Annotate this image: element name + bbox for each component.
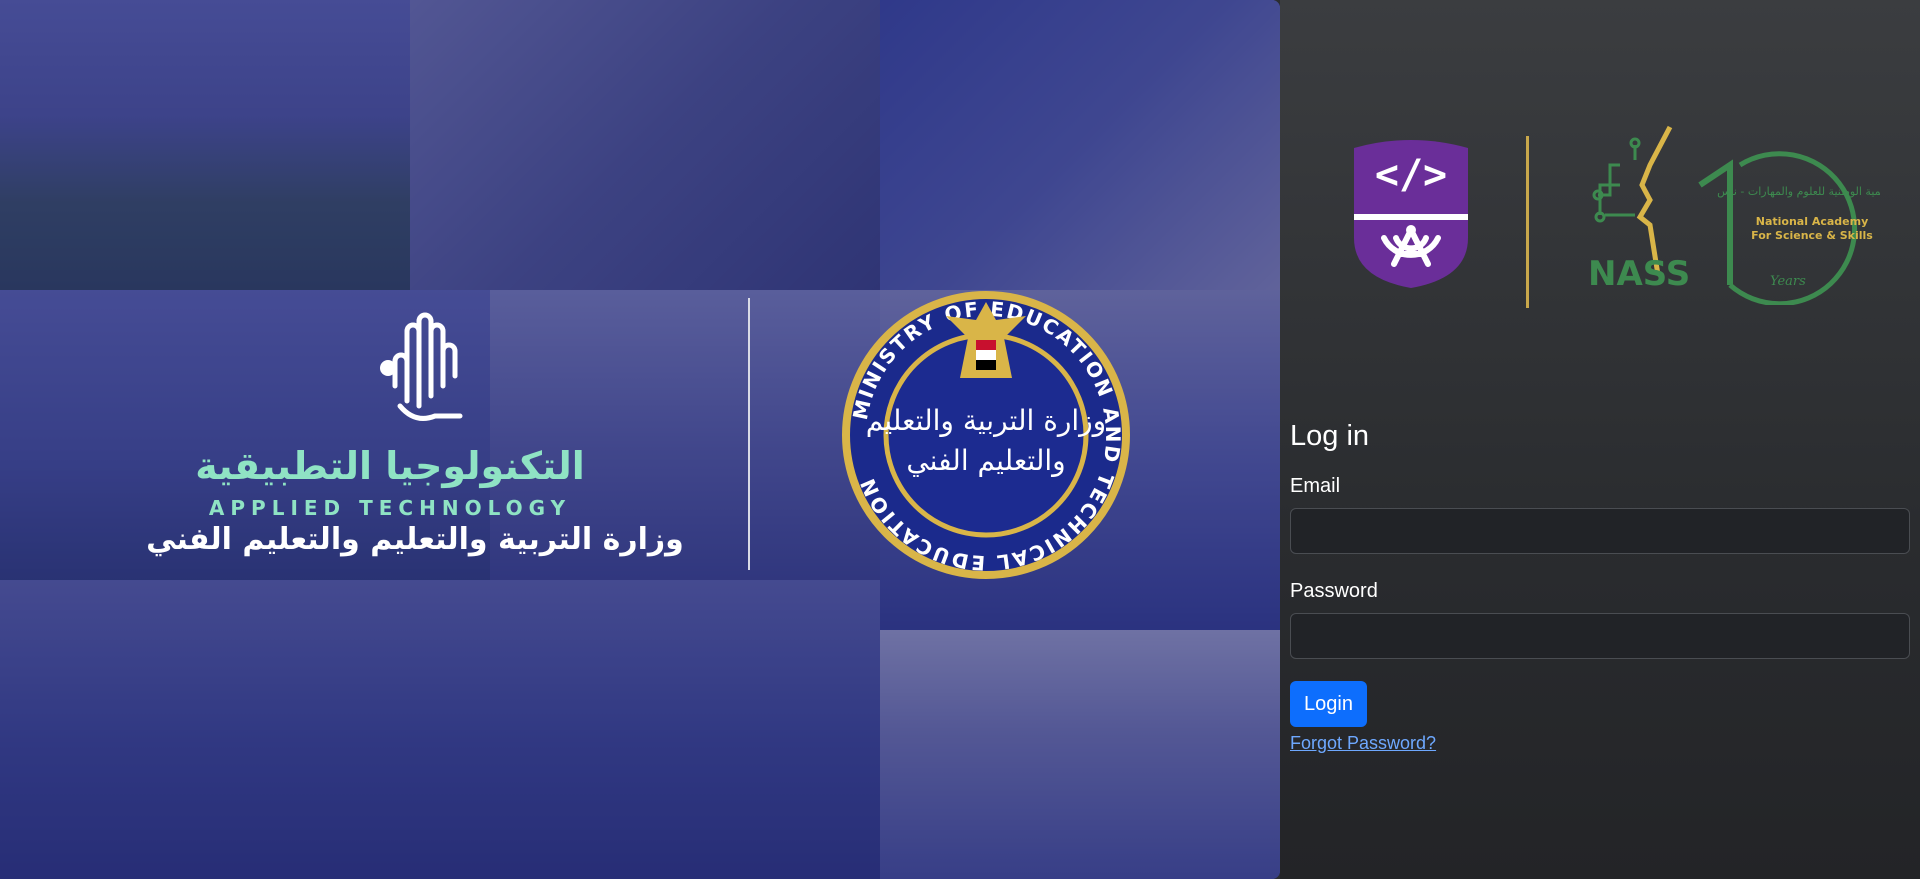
ministry-arabic-title: وزارة التربية والتعليم والتعليم الفني [146,522,684,557]
nass-english-line2: For Science & Skills [1751,229,1873,242]
applied-technology-english: APPLIED TECHNOLOGY [208,496,572,520]
brand-divider [748,298,750,570]
login-button[interactable]: Login [1290,681,1367,727]
ministry-seal-logo: MINISTRY OF EDUCATION AND TECHNICAL EDUC… [842,291,1130,579]
email-field[interactable] [1290,508,1910,554]
password-field[interactable] [1290,613,1910,659]
nass-academy-logo: NASS الأكاديمية الوطنية للعلوم والمهارات… [1588,125,1880,305]
photo-assembly-line [0,580,880,879]
applied-technology-arabic: التكنولوجيا التطبيقية [195,444,585,488]
photo-school-building [0,0,410,290]
login-form: Log in Email Password Login Forgot Passw… [1290,420,1910,754]
seal-arabic-line2: والتعليم الفني [906,444,1065,477]
partner-logos: </> NASS الأ [1280,120,1920,320]
photo-drill-press [880,0,1280,290]
logo-divider [1526,136,1529,308]
email-label: Email [1290,475,1341,497]
nass-arabic: الأكاديمية الوطنية للعلوم والمهارات - نا… [1717,184,1880,198]
nass-name: NASS [1588,254,1690,294]
code-symbol: </> [1375,152,1447,198]
password-label: Password [1290,580,1378,602]
nass-english-line1: National Academy [1756,215,1869,228]
photo-kart-workshop [880,630,1280,879]
forgot-password-link[interactable]: Forgot Password? [1290,733,1910,754]
login-page: التكنولوجيا التطبيقية APPLIED TECHNOLOGY… [0,0,1920,879]
login-title: Log in [1290,420,1370,452]
applied-technology-logo [380,312,463,421]
hero-collage: التكنولوجيا التطبيقية APPLIED TECHNOLOGY… [0,0,1280,879]
login-panel: </> NASS الأ [1280,0,1920,879]
nass-years: Years [1770,274,1806,289]
coding-shield-logo: </> [1354,140,1468,288]
photo-workshop-student [410,0,880,290]
seal-arabic-line1: وزارة التربية والتعليم [866,404,1106,437]
